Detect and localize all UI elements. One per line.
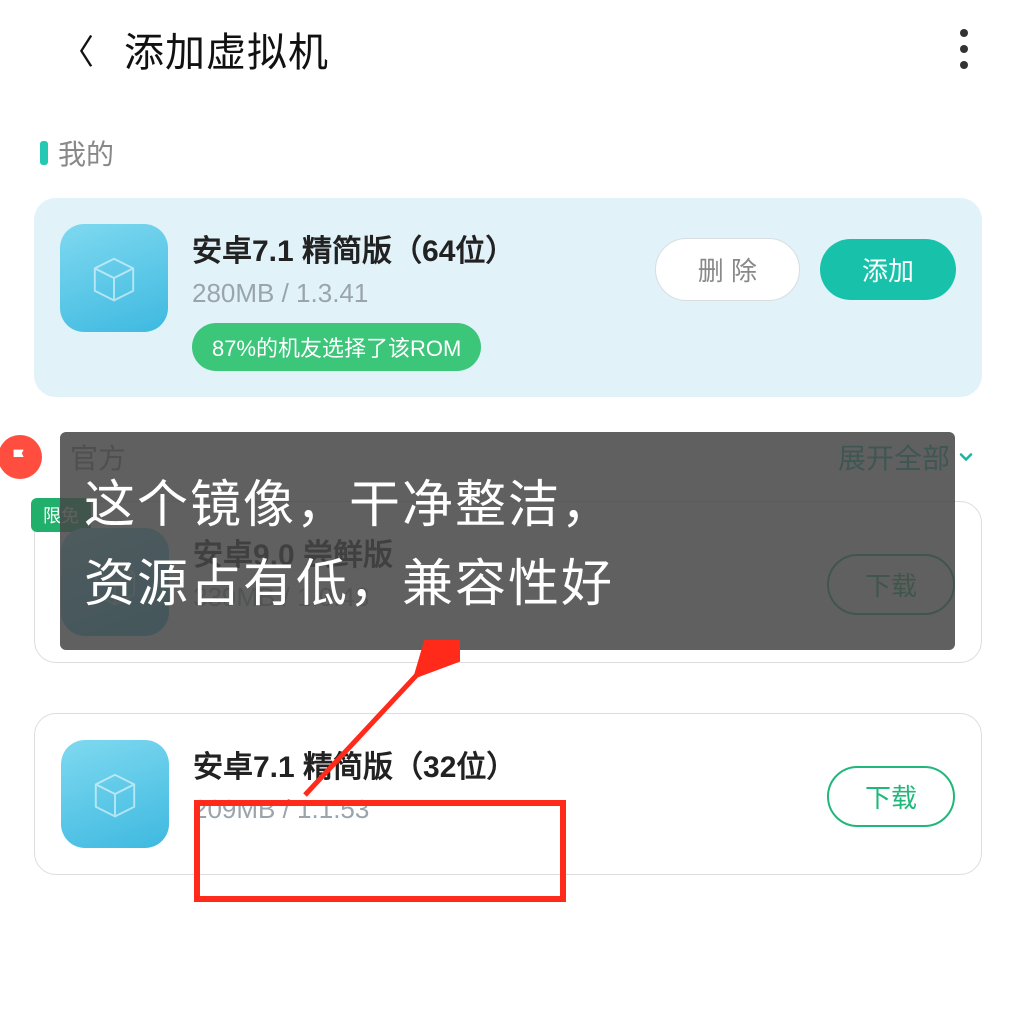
cube-icon — [60, 224, 168, 332]
header: 〈 添加虚拟机 — [0, 0, 1016, 98]
page-title: 添加虚拟机 — [124, 20, 329, 78]
card-mine: 安卓7.1 精简版（64位） 280MB / 1.3.41 87%的机友选择了该… — [34, 198, 982, 397]
download-button[interactable]: 下载 — [827, 766, 955, 827]
add-button[interactable]: 添加 — [820, 239, 956, 300]
section-mine-label: 我的 — [0, 98, 1016, 198]
card-off2-title: 安卓7.1 精简版（32位） — [193, 742, 803, 786]
annotation-line1: 这个镜像，干净整洁， — [84, 465, 931, 544]
card-mine-meta: 280MB / 1.3.41 — [192, 278, 631, 309]
card-mine-title: 安卓7.1 精简版（64位） — [192, 226, 631, 270]
popularity-pill: 87%的机友选择了该ROM — [192, 323, 481, 371]
back-icon[interactable]: 〈 — [60, 25, 94, 74]
menu-icon[interactable] — [952, 21, 976, 77]
annotation-line2: 资源占有低，兼容性好 — [84, 544, 931, 623]
highlight-box — [194, 800, 566, 902]
section-mine-text: 我的 — [58, 133, 114, 173]
cube-icon — [61, 740, 169, 848]
flag-icon — [0, 435, 42, 479]
delete-button[interactable]: 删 除 — [655, 238, 800, 301]
annotation-overlay: 这个镜像，干净整洁， 资源占有低，兼容性好 — [60, 432, 955, 650]
